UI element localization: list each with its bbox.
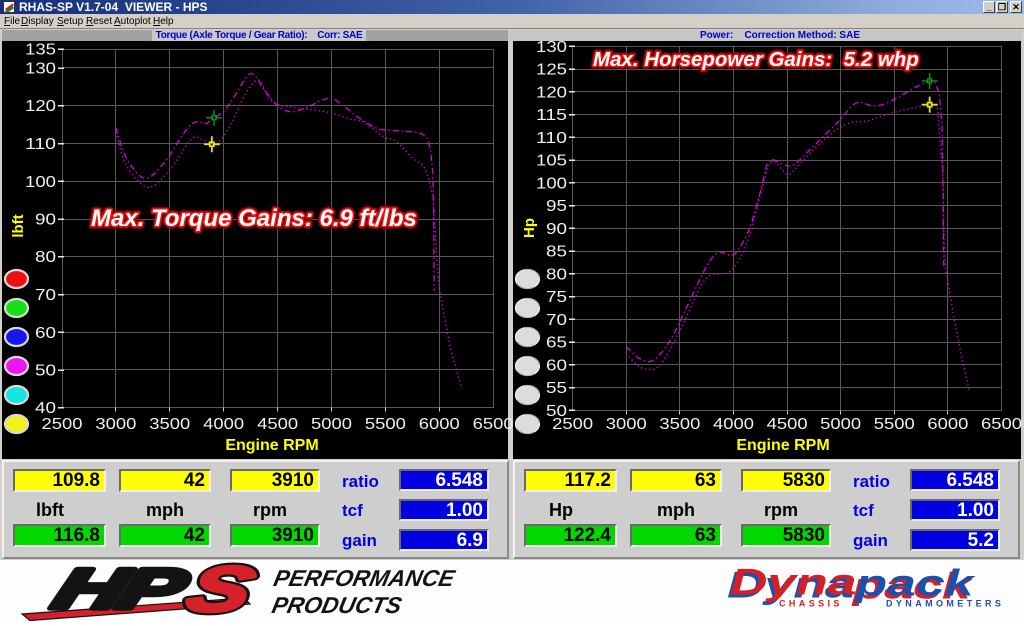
svg-text:60: 60 — [546, 357, 567, 374]
svg-text:120: 120 — [536, 84, 567, 101]
svg-text:4500: 4500 — [767, 416, 808, 433]
svg-text:65: 65 — [546, 335, 567, 352]
svg-text:CHASSIS: CHASSIS — [779, 599, 843, 609]
svg-text:50: 50 — [35, 363, 56, 380]
svg-text:2500: 2500 — [552, 416, 593, 433]
svg-text:3000: 3000 — [606, 416, 647, 433]
svg-text:95: 95 — [546, 198, 567, 215]
svg-text:5000: 5000 — [820, 416, 861, 433]
svg-text:90: 90 — [35, 212, 56, 229]
svg-text:55: 55 — [546, 380, 567, 397]
svg-text:90: 90 — [546, 221, 567, 238]
svg-text:5500: 5500 — [874, 416, 915, 433]
svg-text:2500: 2500 — [42, 416, 83, 433]
svg-text:Max. Horsepower Gains: 5.2 wh: Max. Horsepower Gains: 5.2 whp — [593, 48, 919, 71]
svg-text:HP: HP — [46, 560, 196, 620]
svg-text:Dyna: Dyna — [730, 561, 857, 603]
svg-text:S: S — [179, 560, 263, 621]
svg-text:5000: 5000 — [311, 416, 352, 433]
svg-text:70: 70 — [35, 287, 56, 304]
svg-text:3500: 3500 — [659, 416, 700, 433]
svg-text:100: 100 — [536, 175, 567, 192]
svg-text:80: 80 — [546, 266, 567, 283]
svg-text:110: 110 — [536, 130, 567, 147]
svg-text:4000: 4000 — [713, 416, 754, 433]
svg-text:4500: 4500 — [257, 416, 298, 433]
svg-text:70: 70 — [546, 312, 567, 329]
svg-text:DYNAMOMETERS: DYNAMOMETERS — [886, 599, 1004, 609]
svg-text:130: 130 — [536, 39, 567, 56]
svg-text:6500: 6500 — [473, 416, 514, 433]
svg-text:105: 105 — [536, 153, 567, 170]
svg-text:6000: 6000 — [927, 416, 968, 433]
svg-text:Engine RPM: Engine RPM — [225, 437, 318, 454]
svg-text:pack: pack — [854, 562, 975, 604]
svg-text:125: 125 — [536, 62, 567, 79]
svg-text:Hp: Hp — [521, 218, 538, 238]
svg-text:120: 120 — [25, 98, 56, 115]
svg-text:PERFORMANCE: PERFORMANCE — [271, 565, 458, 591]
svg-text:PRODUCTS: PRODUCTS — [270, 592, 405, 618]
svg-text:85: 85 — [546, 244, 567, 261]
svg-text:6500: 6500 — [981, 416, 1022, 433]
svg-text:5500: 5500 — [365, 416, 406, 433]
svg-text:lbft: lbft — [10, 214, 27, 237]
svg-text:3000: 3000 — [95, 416, 136, 433]
svg-text:115: 115 — [536, 107, 567, 124]
svg-text:4000: 4000 — [203, 416, 244, 433]
svg-text:130: 130 — [25, 61, 56, 78]
svg-text:80: 80 — [35, 249, 56, 266]
svg-text:40: 40 — [35, 400, 56, 417]
svg-text:75: 75 — [546, 289, 567, 306]
svg-text:Max. Torque Gains: 6.9 ft/lbs: Max. Torque Gains: 6.9 ft/lbs — [91, 205, 417, 232]
svg-text:135: 135 — [25, 42, 56, 59]
svg-text:6000: 6000 — [419, 416, 460, 433]
svg-text:Engine RPM: Engine RPM — [736, 437, 829, 454]
svg-text:110: 110 — [25, 136, 56, 153]
svg-text:3500: 3500 — [149, 416, 190, 433]
svg-text:60: 60 — [35, 325, 56, 342]
svg-text:100: 100 — [25, 174, 56, 191]
